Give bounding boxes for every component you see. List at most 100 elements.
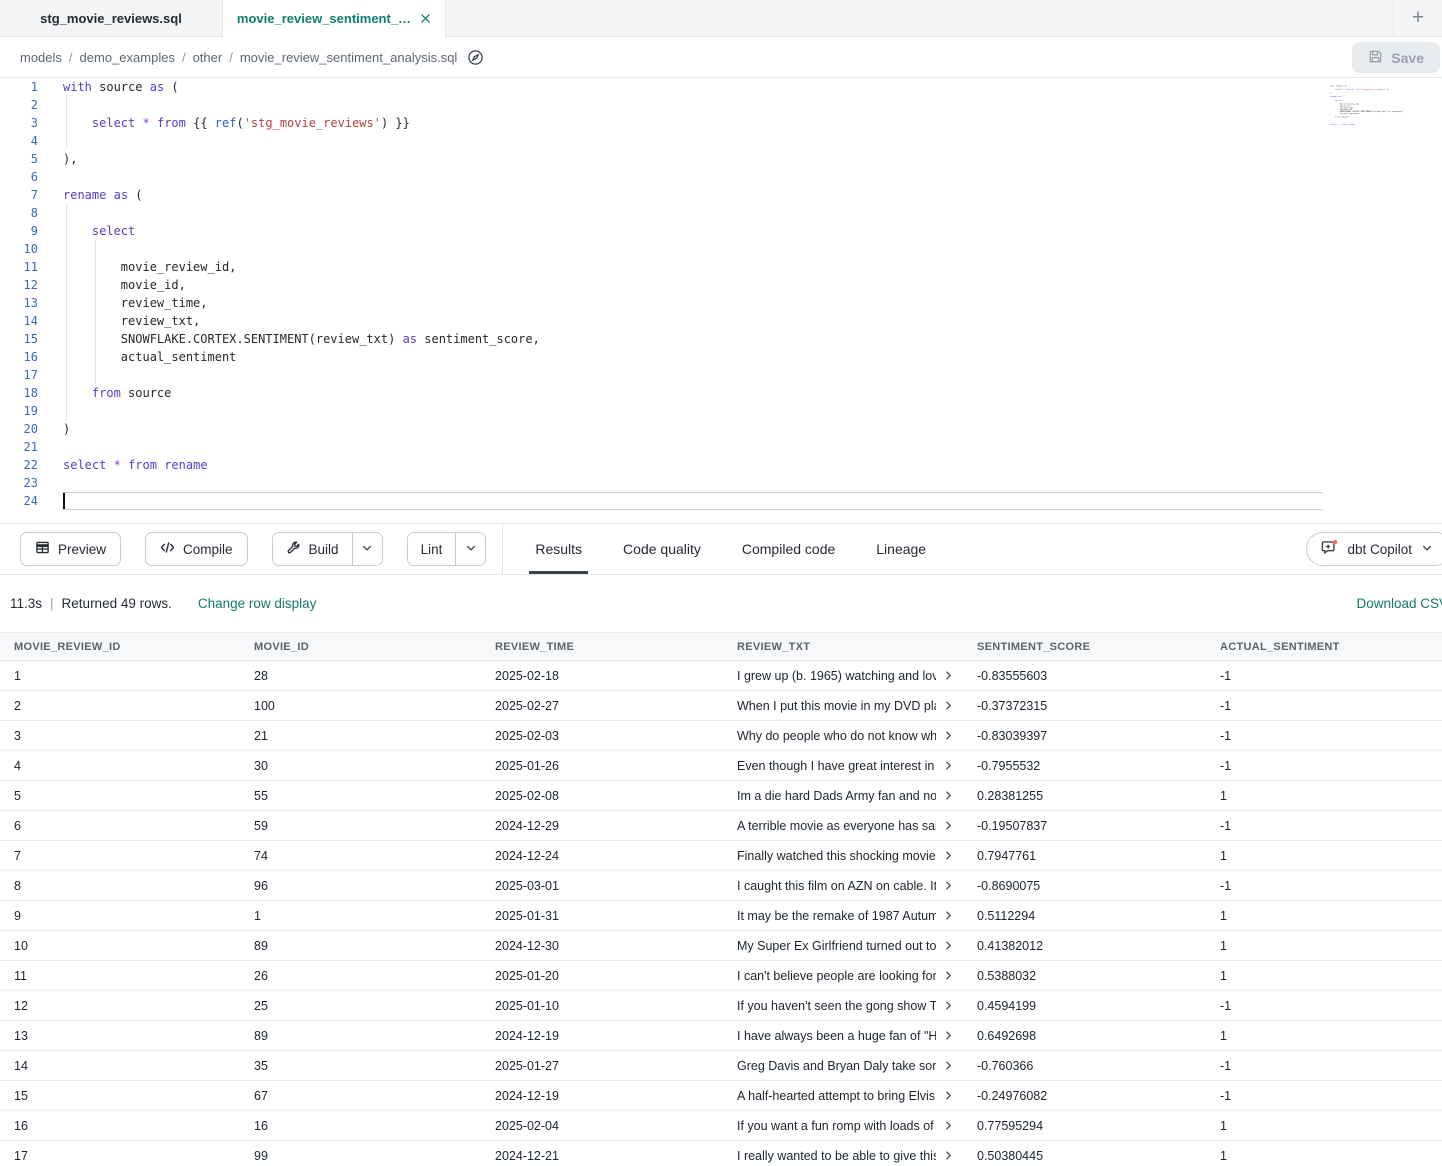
table-row: 15672024-12-19A half-hearted attempt to … — [0, 1081, 1442, 1111]
code-line[interactable]: 10 — [0, 240, 1442, 258]
indent-guide — [66, 222, 67, 240]
new-tab-button[interactable]: + — [1393, 0, 1442, 36]
cell-movie-id: 21 — [240, 729, 481, 743]
indent-guide — [66, 330, 67, 348]
expand-cell-chevron-icon[interactable] — [943, 1090, 954, 1101]
cell-movie-review-id: 15 — [0, 1089, 240, 1103]
breadcrumb-other[interactable]: other — [193, 50, 223, 65]
code-line[interactable]: 14 review_txt, — [0, 312, 1442, 330]
expand-cell-chevron-icon[interactable] — [943, 970, 954, 981]
lint-button[interactable]: Lint — [408, 533, 456, 565]
breadcrumb-separator: / — [229, 50, 233, 65]
expand-cell-chevron-icon[interactable] — [943, 1060, 954, 1071]
expand-cell-chevron-icon[interactable] — [943, 910, 954, 921]
code-line[interactable]: 2 — [0, 96, 1442, 114]
expand-cell-chevron-icon[interactable] — [943, 850, 954, 861]
compile-button[interactable]: Compile — [145, 532, 248, 566]
file-tab-movie-review-sentiment[interactable]: movie_review_sentiment_… — [223, 0, 446, 36]
expand-cell-chevron-icon[interactable] — [943, 1030, 954, 1041]
indent-guide — [95, 240, 96, 258]
code-line[interactable]: 6 — [0, 168, 1442, 186]
code-line[interactable]: 15 SNOWFLAKE.CORTEX.SENTIMENT(review_txt… — [0, 330, 1442, 348]
table-row: 12252025-01-10If you haven't seen the go… — [0, 991, 1442, 1021]
editor-minimap[interactable]: with source as ( select * from {{ ref('s… — [1330, 85, 1404, 131]
code-line[interactable]: 18 from source — [0, 384, 1442, 402]
expand-cell-chevron-icon[interactable] — [943, 880, 954, 891]
download-csv-link[interactable]: Download CSV — [1356, 596, 1442, 611]
expand-cell-chevron-icon[interactable] — [943, 670, 954, 681]
cell-actual-sentiment: 1 — [1206, 1119, 1442, 1133]
code-lines: 1with source as (23 select * from {{ ref… — [0, 78, 1442, 510]
code-line[interactable]: 21 — [0, 438, 1442, 456]
code-line[interactable]: 4 — [0, 132, 1442, 150]
code-line[interactable]: 23 — [0, 474, 1442, 492]
table-row: 7742024-12-24Finally watched this shocki… — [0, 841, 1442, 871]
code-line[interactable]: 19 — [0, 402, 1442, 420]
code-line[interactable]: 1with source as ( — [0, 78, 1442, 96]
results-tab-results[interactable]: Results — [533, 524, 584, 574]
code-line[interactable]: 13 review_time, — [0, 294, 1442, 312]
change-row-display-link[interactable]: Change row display — [198, 596, 317, 611]
expand-cell-chevron-icon[interactable] — [943, 1150, 954, 1161]
cell-movie-id: 16 — [240, 1119, 481, 1133]
indent-guide — [66, 366, 67, 384]
cell-movie-review-id: 17 — [0, 1149, 240, 1163]
code-line[interactable]: 24 — [0, 492, 1442, 510]
column-header-sentiment_score: SENTIMENT_SCORE — [963, 641, 1206, 653]
table-row: 21002025-02-27When I put this movie in m… — [0, 691, 1442, 721]
expand-cell-chevron-icon[interactable] — [943, 1000, 954, 1011]
table-row: 17992024-12-21I really wanted to be able… — [0, 1141, 1442, 1166]
dbt-copilot-button[interactable]: dbt Copilot — [1306, 532, 1442, 566]
cell-review-txt: It may be the remake of 1987 Autumn'… — [723, 909, 963, 923]
save-button[interactable]: Save — [1352, 42, 1440, 73]
cell-review-txt: Im a die hard Dads Army fan and nothi… — [723, 789, 963, 803]
file-tab-stg-movie-reviews[interactable]: stg_movie_reviews.sql — [0, 0, 223, 36]
code-line[interactable]: 17 — [0, 366, 1442, 384]
results-tab-code-quality[interactable]: Code quality — [621, 524, 703, 574]
code-line[interactable]: 16 actual_sentiment — [0, 348, 1442, 366]
code-line[interactable]: 7rename as ( — [0, 186, 1442, 204]
column-header-movie_id: MOVIE_ID — [240, 641, 481, 653]
code-line[interactable]: 11 movie_review_id, — [0, 258, 1442, 276]
cell-movie-id: 30 — [240, 759, 481, 773]
build-dropdown-button[interactable] — [352, 533, 382, 565]
plus-icon: + — [1412, 6, 1424, 30]
code-line[interactable]: 22select * from rename — [0, 456, 1442, 474]
code-line[interactable]: 9 select — [0, 222, 1442, 240]
code-text: actual_sentiment — [63, 350, 236, 364]
save-label: Save — [1391, 50, 1424, 66]
results-table-body: 1282025-02-18I grew up (b. 1965) watchin… — [0, 661, 1442, 1166]
code-line[interactable]: 12 movie_id, — [0, 276, 1442, 294]
breadcrumb-models[interactable]: models — [20, 50, 62, 65]
close-tab-icon[interactable] — [420, 13, 431, 24]
cell-review-txt: When I put this movie in my DVD playe… — [723, 699, 963, 713]
code-line[interactable]: 8 — [0, 204, 1442, 222]
cell-actual-sentiment: 1 — [1206, 909, 1442, 923]
sql-code-editor[interactable]: 1with source as (23 select * from {{ ref… — [0, 78, 1442, 523]
expand-cell-chevron-icon[interactable] — [943, 790, 954, 801]
code-line[interactable]: 5), — [0, 150, 1442, 168]
line-number: 21 — [0, 438, 38, 456]
cell-sentiment-score: -0.760366 — [963, 1059, 1206, 1073]
lint-dropdown-button[interactable] — [455, 533, 485, 565]
results-tab-lineage[interactable]: Lineage — [874, 524, 928, 574]
expand-cell-chevron-icon[interactable] — [943, 820, 954, 831]
expand-cell-chevron-icon[interactable] — [943, 730, 954, 741]
line-number: 16 — [0, 348, 38, 366]
expand-cell-chevron-icon[interactable] — [943, 760, 954, 771]
code-line[interactable]: 20) — [0, 420, 1442, 438]
cell-movie-id: 26 — [240, 969, 481, 983]
expand-cell-chevron-icon[interactable] — [943, 1120, 954, 1131]
results-tab-compiled-code[interactable]: Compiled code — [740, 524, 837, 574]
cell-actual-sentiment: -1 — [1206, 669, 1442, 683]
preview-button[interactable]: Preview — [20, 532, 121, 566]
indent-guide — [95, 258, 96, 276]
code-line[interactable]: 3 select * from {{ ref('stg_movie_review… — [0, 114, 1442, 132]
expand-cell-chevron-icon[interactable] — [943, 700, 954, 711]
breadcrumb-filename[interactable]: movie_review_sentiment_analysis.sql — [240, 50, 458, 65]
build-button[interactable]: Build — [273, 533, 352, 565]
cell-movie-id: 89 — [240, 939, 481, 953]
expand-cell-chevron-icon[interactable] — [943, 940, 954, 951]
file-state-compass-icon[interactable] — [467, 49, 484, 66]
breadcrumb-demo-examples[interactable]: demo_examples — [80, 50, 175, 65]
